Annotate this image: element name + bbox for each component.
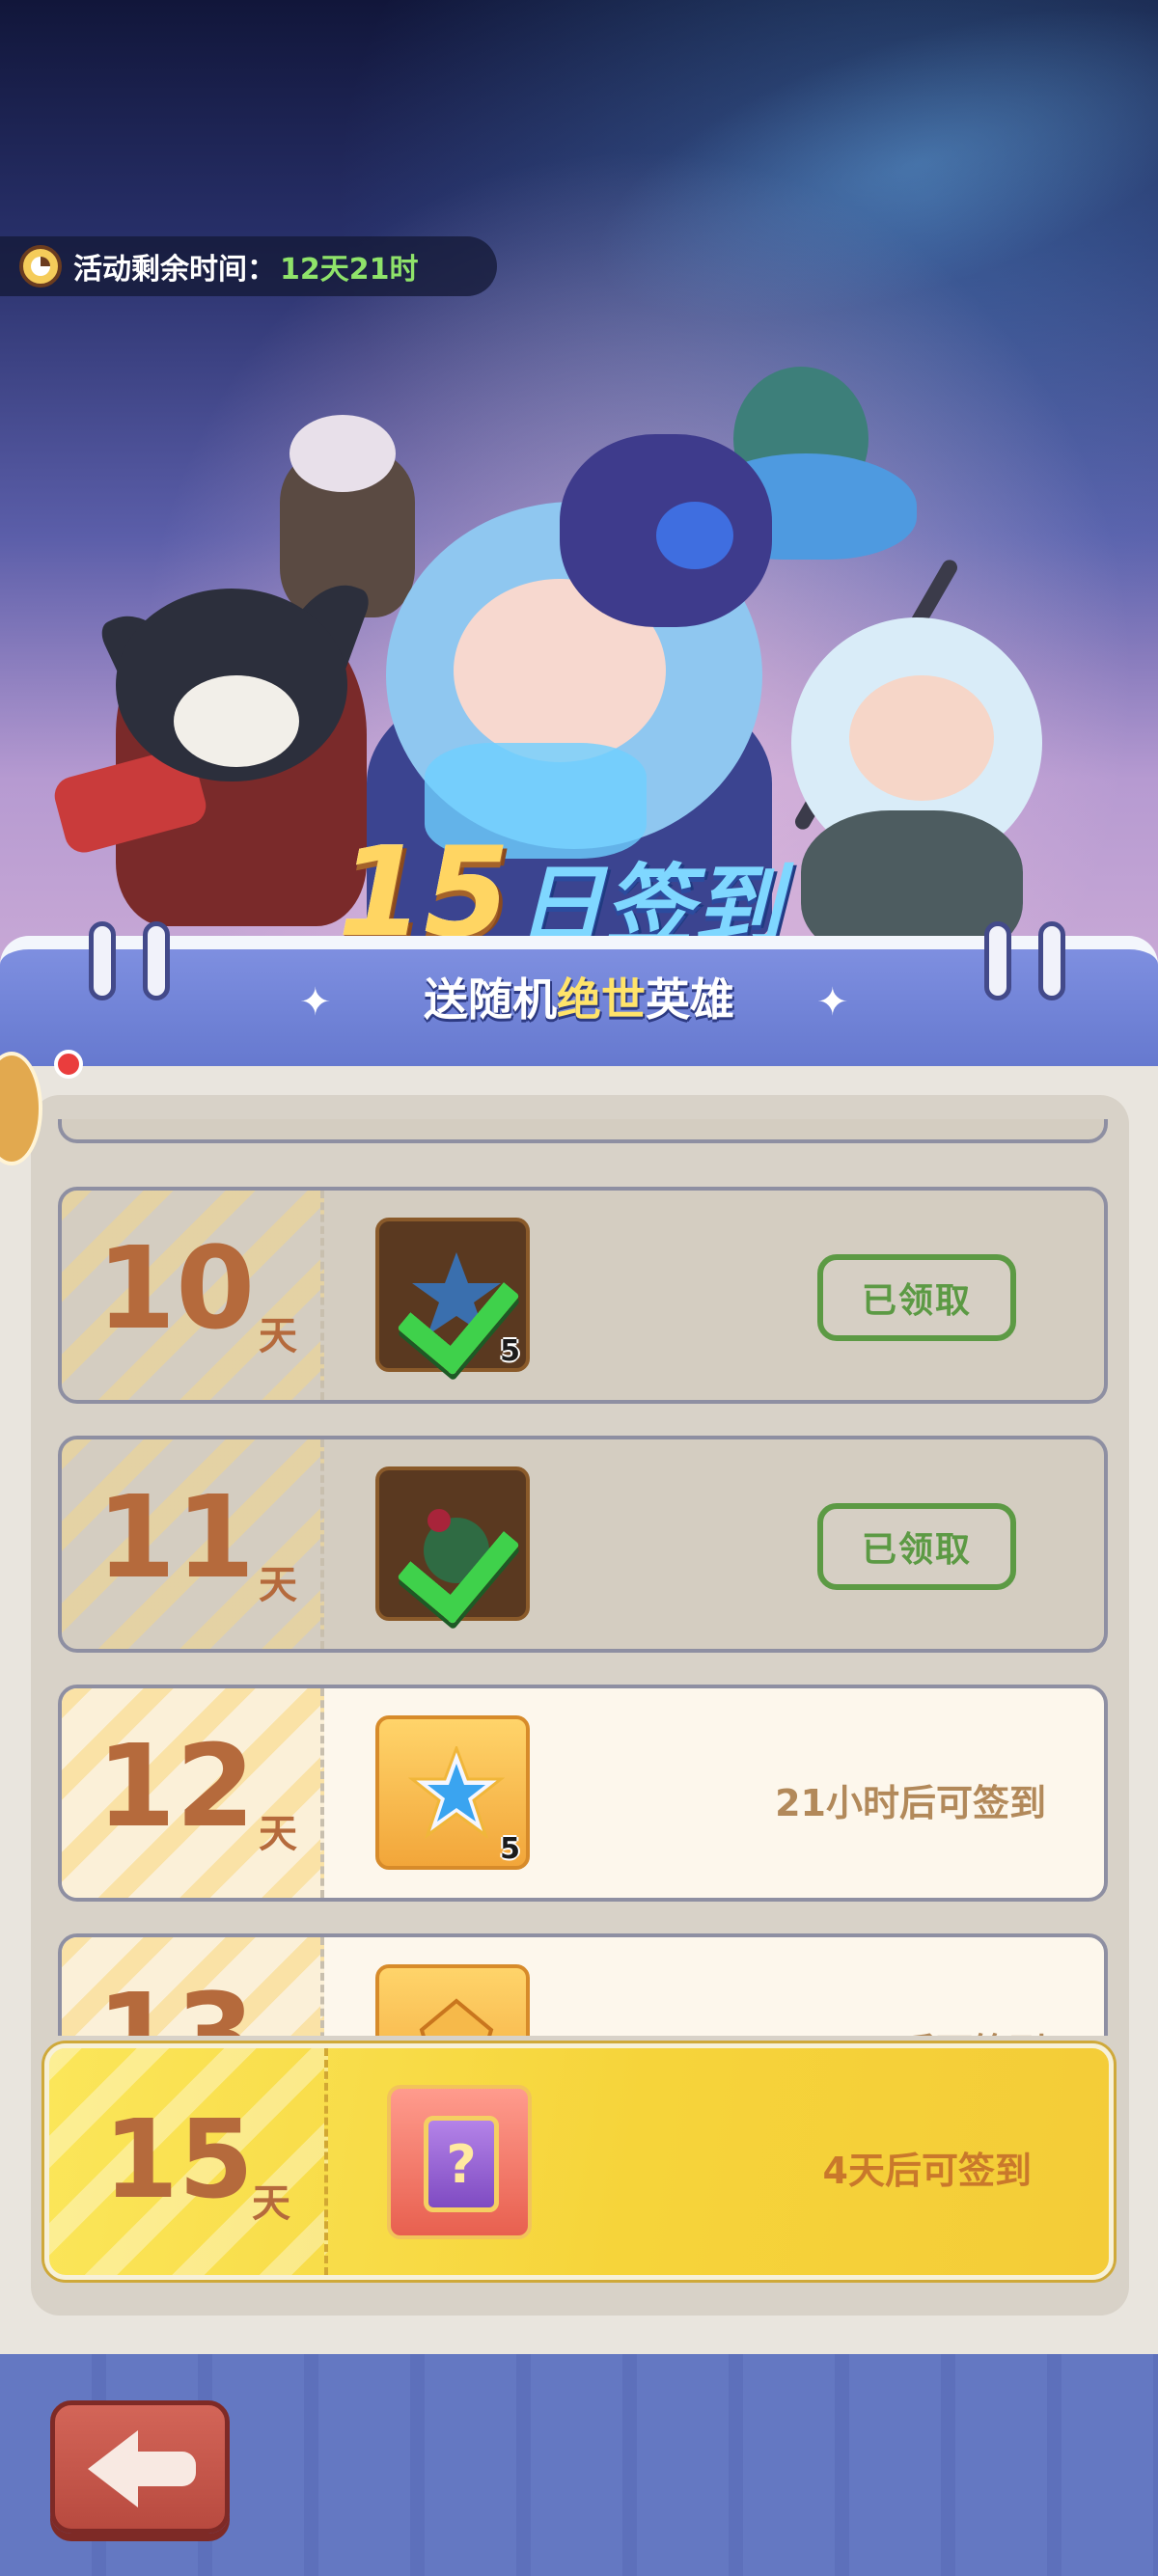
day-unit: 天: [259, 1812, 297, 1856]
reward-item[interactable]: 5: [375, 1715, 530, 1870]
gold-crystal-icon: [419, 1998, 494, 2036]
subtitle-prefix: 送随机: [424, 973, 557, 1026]
back-arrow-icon: [134, 2452, 196, 2486]
event-title: 15 日签到: [338, 810, 878, 956]
day-cell: 15 天: [49, 2048, 328, 2275]
day-cell: 13 天: [62, 1937, 324, 2036]
pin-decoration: [984, 921, 1011, 1000]
reward-item[interactable]: [375, 1466, 530, 1625]
day-number: 12: [96, 1719, 256, 1852]
reward-list[interactable]: 10 天 5 已领取 11 天 已领取 12 天 5 21小时后可签到 13: [31, 1119, 1129, 2036]
day-cell: 11 天: [62, 1439, 324, 1649]
reward-row-day-15: 15 天 ? 4天后可签到: [44, 2043, 1114, 2280]
timer-label: 活动剩余时间：: [73, 253, 276, 287]
day-unit: 天: [252, 2181, 290, 2226]
hero-dog-face-art: [174, 675, 299, 767]
reward-item[interactable]: [375, 1964, 530, 2036]
item-quantity: 5: [500, 1832, 520, 1866]
day-number: 15: [103, 2097, 254, 2223]
hero-knight-face-art: [849, 675, 994, 801]
claimed-button[interactable]: 已领取: [817, 1503, 1016, 1590]
pin-decoration: [143, 921, 170, 1000]
pin-decoration: [89, 921, 116, 1000]
list-item: [58, 1119, 1108, 1143]
back-button[interactable]: [50, 2400, 230, 2534]
day-cell: 10 天: [62, 1191, 324, 1400]
event-timer: 活动剩余时间： 12天21时: [0, 236, 497, 296]
wait-status-text: 21小时后可签到: [775, 1782, 1046, 1824]
timer-value: 12天21时: [280, 253, 419, 287]
hero-mage-rose-art: [656, 502, 733, 569]
day-cell: 12 天: [62, 1688, 324, 1898]
mystery-hero-card-icon: ?: [424, 2116, 499, 2212]
wait-status-text: 2天后可签到: [838, 2022, 1046, 2036]
subtitle-suffix: 英雄: [646, 973, 734, 1026]
day-unit: 天: [259, 1314, 297, 1358]
claimed-button[interactable]: 已领取: [817, 1254, 1016, 1341]
clock-icon: [19, 245, 62, 288]
day-number: 10: [96, 1221, 256, 1355]
reward-row-day-12: 12 天 5 21小时后可签到: [58, 1685, 1108, 1902]
reward-item[interactable]: 5: [375, 1218, 530, 1376]
notification-dot: [54, 1050, 83, 1079]
wait-status-text: 4天后可签到: [822, 2150, 1032, 2192]
day-number: 11: [96, 1470, 256, 1603]
day-unit: 天: [259, 1563, 297, 1607]
reward-row-day-11: 11 天 已领取: [58, 1436, 1108, 1653]
reward-row-day-13: 13 天 2天后可签到: [58, 1933, 1108, 2036]
back-arrow-icon: [88, 2430, 138, 2507]
reward-item[interactable]: ?: [387, 2085, 532, 2239]
blue-star-crystal-icon: [408, 1746, 505, 1839]
item-quantity: 5: [500, 1334, 520, 1368]
subtitle-highlight: 绝世: [557, 973, 646, 1026]
event-subtitle: 送随机绝世英雄: [290, 965, 868, 1028]
hero-banner: 活动剩余时间： 12天21时 15 日签到: [0, 0, 1158, 974]
day-number: 13: [96, 1968, 256, 2036]
pin-decoration: [1038, 921, 1065, 1000]
hero-warrior-hair-art: [290, 415, 396, 492]
reward-row-day-10: 10 天 5 已领取: [58, 1187, 1108, 1404]
aurora-glow: [556, 0, 1158, 388]
